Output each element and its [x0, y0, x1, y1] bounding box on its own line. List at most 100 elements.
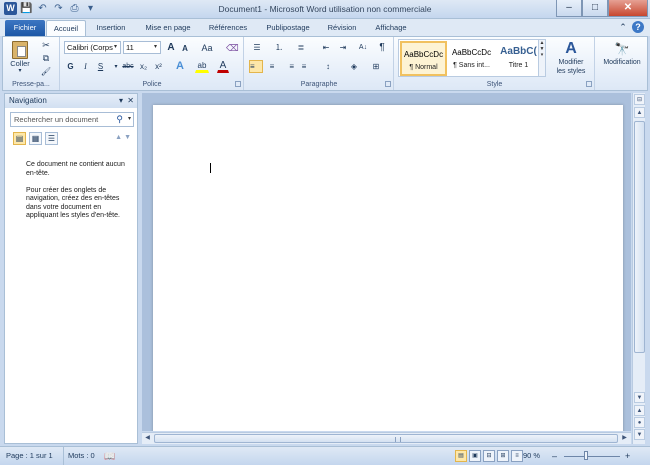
- tab-affichage[interactable]: Affichage: [368, 20, 414, 36]
- page-count[interactable]: Page : 1 sur 1: [6, 447, 53, 465]
- format-painter-icon[interactable]: 🖌: [39, 65, 53, 77]
- styles-gallery-scroll[interactable]: ▲ ▼ ▾: [538, 40, 545, 76]
- horizontal-scroll-thumb[interactable]: [154, 434, 618, 443]
- align-center-icon[interactable]: ≡: [265, 60, 279, 73]
- paste-label: Coller: [10, 59, 30, 68]
- search-dropdown-icon[interactable]: ▾: [128, 113, 131, 126]
- underline-button[interactable]: S: [95, 60, 106, 73]
- shrink-font-button[interactable]: A: [179, 42, 191, 54]
- italic-button[interactable]: I: [80, 60, 91, 73]
- tab-publipostage[interactable]: Publipostage: [259, 20, 317, 36]
- tab-references[interactable]: Références: [202, 20, 254, 36]
- zoom-in-icon[interactable]: +: [625, 447, 630, 465]
- editing-group: 🔭 Modification: [596, 37, 647, 90]
- sort-icon[interactable]: A↓: [355, 41, 371, 54]
- zoom-out-icon[interactable]: –: [552, 447, 557, 465]
- tab-accueil[interactable]: Accueil: [46, 20, 86, 36]
- grow-font-button[interactable]: A: [165, 41, 177, 54]
- cut-icon[interactable]: ✂: [39, 39, 53, 51]
- align-left-icon[interactable]: ≡: [249, 60, 263, 73]
- print-layout-view-icon[interactable]: ▤: [455, 450, 467, 462]
- style-sans-interligne[interactable]: AaBbCcDc ¶ Sans int...: [448, 41, 495, 76]
- word-count[interactable]: Mots : 0: [63, 447, 95, 465]
- scroll-up-icon[interactable]: ▲: [634, 107, 645, 118]
- text-effects-button[interactable]: A: [173, 59, 187, 73]
- pane-menu-icon[interactable]: ▾: [119, 94, 123, 108]
- highlight-button[interactable]: ab: [195, 59, 209, 73]
- horizontal-scrollbar[interactable]: ◀ ▶: [142, 432, 631, 444]
- modification-button[interactable]: 🔭 Modification: [600, 39, 644, 77]
- scroll-left-icon[interactable]: ◀: [142, 433, 153, 444]
- tab-insertion[interactable]: Insertion: [89, 20, 133, 36]
- font-name-combo[interactable]: Calibri (Corps ▾: [64, 41, 121, 54]
- help-icon[interactable]: ?: [632, 21, 644, 33]
- navigation-header: Navigation ▾ ✕: [5, 94, 137, 108]
- vertical-scroll-thumb[interactable]: [634, 121, 645, 353]
- copy-icon[interactable]: ⧉: [39, 52, 53, 64]
- navigation-arrows: ▲ ▼: [115, 134, 131, 141]
- bullets-icon[interactable]: ☰: [249, 41, 265, 54]
- show-marks-icon[interactable]: ¶: [376, 41, 388, 54]
- increase-indent-icon[interactable]: ⇥: [336, 41, 350, 54]
- close-button[interactable]: ✕: [608, 0, 648, 17]
- underline-dropdown-icon[interactable]: ▾: [111, 60, 121, 73]
- scroll-down-icon[interactable]: ▼: [634, 392, 645, 403]
- next-page-icon[interactable]: ▼: [634, 429, 645, 440]
- headings-view-icon[interactable]: ▤: [13, 132, 26, 145]
- style-normal[interactable]: AaBbCcDc ¶ Normal: [400, 41, 447, 76]
- next-heading-icon[interactable]: ▼: [124, 134, 131, 141]
- select-browse-object-icon[interactable]: ●: [634, 417, 645, 428]
- zoom-slider[interactable]: [564, 456, 620, 457]
- change-case-button[interactable]: Aa: [198, 41, 216, 54]
- tab-revision[interactable]: Révision: [322, 20, 362, 36]
- scroll-right-icon[interactable]: ▶: [619, 433, 630, 444]
- shading-icon[interactable]: ◈: [345, 60, 363, 73]
- results-view-icon[interactable]: ☰: [45, 132, 58, 145]
- minimize-button[interactable]: –: [556, 0, 582, 17]
- numbering-icon[interactable]: ⒈: [271, 41, 287, 54]
- pages-view-icon[interactable]: ▦: [29, 132, 42, 145]
- minimize-ribbon-icon[interactable]: ⌃: [617, 21, 629, 33]
- proofing-icon[interactable]: 📖: [104, 447, 115, 465]
- font-color-button[interactable]: A: [217, 59, 229, 73]
- decrease-indent-icon[interactable]: ⇤: [319, 41, 333, 54]
- maximize-button[interactable]: □: [582, 0, 608, 17]
- draft-view-icon[interactable]: ≡: [511, 450, 523, 462]
- pane-close-icon[interactable]: ✕: [127, 94, 134, 108]
- zoom-level[interactable]: 90 %: [523, 447, 540, 465]
- search-icon[interactable]: ⚲: [116, 113, 123, 126]
- tab-mise-en-page[interactable]: Mise en page: [138, 20, 198, 36]
- previous-page-icon[interactable]: ▲: [634, 405, 645, 416]
- style-titre-1[interactable]: AaBbC( Titre 1: [495, 41, 542, 76]
- document-page[interactable]: [153, 105, 623, 431]
- font-dialog-launcher-icon[interactable]: [235, 81, 241, 87]
- zoom-slider-thumb[interactable]: [584, 451, 588, 460]
- line-spacing-icon[interactable]: ↕: [319, 60, 337, 73]
- styles-dialog-launcher-icon[interactable]: [586, 81, 592, 87]
- ruler-toggle-icon[interactable]: ⊟: [634, 94, 645, 105]
- superscript-button[interactable]: x²: [152, 60, 165, 73]
- navigation-search-input[interactable]: Rechercher un document ⚲ ▾: [10, 112, 134, 127]
- align-right-icon[interactable]: ≡: [281, 60, 295, 73]
- justify-icon[interactable]: ≡: [297, 60, 311, 73]
- paste-button[interactable]: Coller ▾: [7, 39, 33, 77]
- paragraph-dialog-launcher-icon[interactable]: [385, 81, 391, 87]
- web-layout-view-icon[interactable]: ⊟: [483, 450, 495, 462]
- strikethrough-button[interactable]: abc: [121, 60, 135, 73]
- previous-heading-icon[interactable]: ▲: [115, 134, 122, 141]
- font-name-dropdown-icon[interactable]: ▾: [111, 42, 120, 53]
- bold-button[interactable]: G: [65, 60, 76, 73]
- tab-fichier[interactable]: Fichier: [5, 20, 45, 36]
- document-area[interactable]: [142, 93, 631, 431]
- borders-icon[interactable]: ⊞: [367, 60, 385, 73]
- font-size-combo[interactable]: 11 ▾: [123, 41, 161, 54]
- vertical-scrollbar[interactable]: ⊟ ▲ ▼ ▲ ● ▼: [632, 93, 645, 444]
- outline-view-icon[interactable]: ⊞: [497, 450, 509, 462]
- full-screen-reading-view-icon[interactable]: ▣: [469, 450, 481, 462]
- subscript-button[interactable]: x₂: [137, 60, 150, 73]
- multilevel-list-icon[interactable]: ≣: [293, 41, 309, 54]
- font-size-dropdown-icon[interactable]: ▾: [151, 42, 160, 53]
- clear-formatting-icon[interactable]: ⌫: [225, 41, 239, 54]
- change-styles-button[interactable]: A Modifier les styles: [553, 39, 589, 77]
- style-name: Titre 1: [508, 62, 529, 69]
